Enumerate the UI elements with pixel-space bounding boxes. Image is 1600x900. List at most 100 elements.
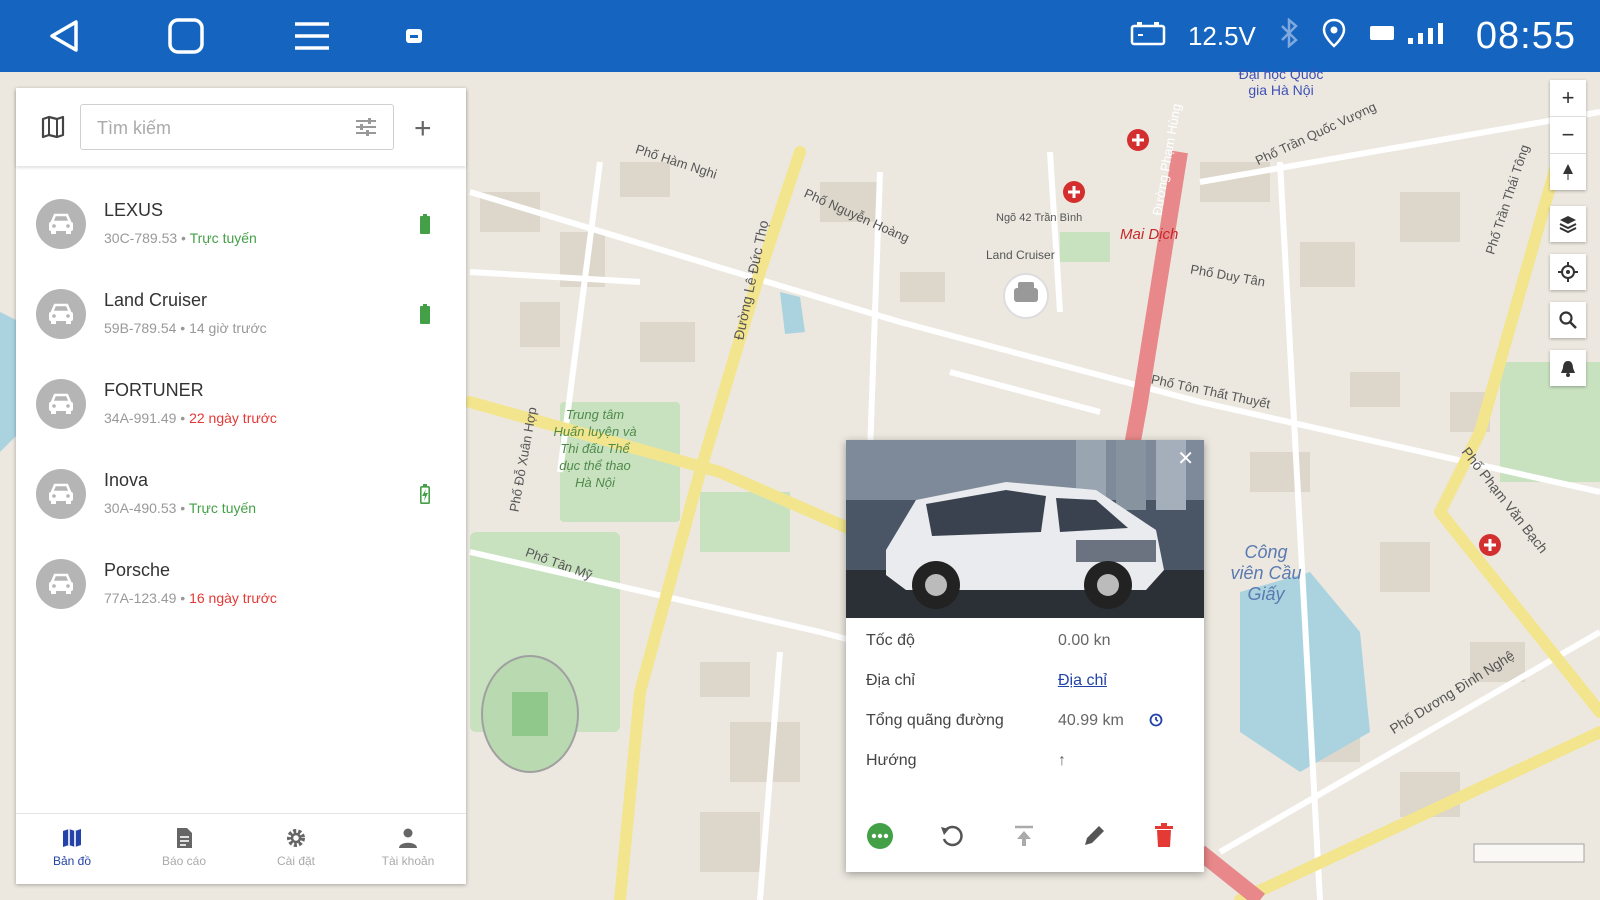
- nav-item-settings[interactable]: Cài đặt: [240, 814, 352, 884]
- vehicle-avatar: [36, 469, 86, 519]
- car-icon: [49, 213, 73, 234]
- vehicle-status: 22 ngày trước: [189, 410, 277, 426]
- info-row-speed: Tốc độ 0.00 kn: [866, 626, 1186, 656]
- vehicle-status: 16 ngày trước: [189, 590, 277, 606]
- hospital-marker-2[interactable]: [1063, 181, 1085, 203]
- info-row-heading: Hướng ↑: [866, 746, 1186, 776]
- alarm-bell-icon: [1561, 361, 1575, 377]
- vehicle-marker[interactable]: [1003, 273, 1049, 319]
- menu-icon[interactable]: [290, 14, 334, 58]
- zoom-controls: + −: [1550, 80, 1586, 190]
- separator-dot: •: [176, 500, 189, 516]
- battery-charging-icon: [420, 484, 430, 509]
- info-label: Hướng: [866, 752, 917, 769]
- send-command-button[interactable]: [1002, 814, 1046, 858]
- map-label: Trung tâm Huấn luyện và Thi đấu Thể dục …: [553, 407, 637, 490]
- car-icon: [49, 573, 73, 594]
- layers-icon: [1559, 216, 1577, 234]
- nav-item-report[interactable]: Báo cáo: [128, 814, 240, 884]
- battery-full-icon: [420, 214, 430, 239]
- zoom-out-button[interactable]: −: [1550, 117, 1586, 154]
- map-icon[interactable]: [40, 114, 66, 145]
- back-icon[interactable]: [42, 14, 86, 58]
- popup-actions: [846, 804, 1204, 864]
- vehicle-name: Inova: [104, 470, 149, 490]
- vehicle-list-item[interactable]: Porsche 77A-123.49 • 16 ngày trước: [16, 540, 466, 628]
- search-icon: [1559, 311, 1577, 329]
- vehicle-info-popup: ✕ Tốc độ 0.00 kn Địa chỉ Địa chỉ Tổng qu…: [846, 440, 1204, 872]
- separator-dot: •: [176, 410, 190, 426]
- more-icon: [867, 823, 893, 849]
- vehicle-subtitle: 30C-789.53 • Trực tuyến: [104, 230, 257, 246]
- separator-dot: •: [176, 320, 190, 336]
- map-icon: [63, 829, 81, 847]
- battery-voltage-icon: [1130, 20, 1166, 53]
- vehicle-avatar: [36, 289, 86, 339]
- vehicle-name: LEXUS: [104, 200, 164, 220]
- home-icon[interactable]: [164, 14, 208, 58]
- filter-icon[interactable]: [355, 117, 377, 142]
- vehicle-list-item[interactable]: LEXUS 30C-789.53 • Trực tuyến: [16, 180, 466, 268]
- vehicle-name: Porsche: [104, 560, 171, 580]
- nav-label: Cài đặt: [276, 854, 316, 868]
- search-bar: +: [16, 88, 466, 166]
- vehicle-photo: ✕: [846, 440, 1204, 618]
- info-value: 40.99 km: [1058, 712, 1124, 729]
- signal-icon: [1368, 20, 1454, 53]
- hospital-marker-1[interactable]: [1127, 129, 1149, 151]
- nav-label: Báo cáo: [161, 854, 207, 868]
- info-value: ↑: [1058, 752, 1066, 769]
- nav-label: Tài khoản: [381, 854, 435, 868]
- compass-icon[interactable]: [1550, 154, 1586, 190]
- more-button[interactable]: [858, 814, 902, 858]
- separator-dot: •: [177, 230, 190, 246]
- vehicle-list-item[interactable]: Inova 30A-490.53 • Trực tuyến: [16, 450, 466, 538]
- settings-icon: [287, 829, 305, 847]
- address-link[interactable]: Địa chỉ: [1058, 672, 1107, 690]
- vehicle-name: FORTUNER: [104, 380, 204, 400]
- map-search-button[interactable]: [1550, 302, 1586, 338]
- edit-button[interactable]: [1072, 814, 1116, 858]
- vehicle-list-panel: + LEXUS 30C-789.53 • Trực tuyến Land Cruis…: [16, 88, 466, 884]
- report-icon: [177, 828, 192, 848]
- vehicle-status: Trực tuyến: [188, 500, 257, 516]
- delete-button[interactable]: [1142, 814, 1186, 858]
- hospital-marker-3[interactable]: [1479, 534, 1501, 556]
- trash-icon: [1155, 823, 1173, 847]
- nav-item-account[interactable]: Tài khoản: [352, 814, 464, 884]
- car-icon: [49, 393, 73, 414]
- vehicle-avatar: [36, 199, 86, 249]
- info-value: 0.00 kn: [1058, 632, 1111, 649]
- zoom-in-button[interactable]: +: [1550, 80, 1586, 117]
- vehicle-plate: 34A-991.49: [104, 410, 177, 426]
- nav-item-map[interactable]: Bản đồ: [16, 814, 128, 884]
- vehicle-list-item[interactable]: FORTUNER 34A-991.49 • 22 ngày trước: [16, 360, 466, 448]
- add-vehicle-button[interactable]: +: [414, 112, 432, 146]
- app-icon[interactable]: [392, 14, 436, 58]
- my-location-button[interactable]: [1550, 254, 1586, 290]
- bottom-navigation: Bản đồ Báo cáo Cài đặt Tài khoản: [16, 813, 466, 884]
- replay-icon: [941, 825, 963, 847]
- info-label: Tốc độ: [866, 632, 915, 649]
- location-icon: [1322, 18, 1346, 55]
- bluetooth-icon: [1278, 16, 1300, 55]
- vehicle-subtitle: 59B-789.54 • 14 giờ trước: [104, 320, 267, 336]
- replay-button[interactable]: [930, 814, 974, 858]
- vehicle-avatar: [36, 559, 86, 609]
- vehicle-subtitle: 77A-123.49 • 16 ngày trước: [104, 590, 277, 606]
- vehicle-subtitle: 30A-490.53 • Trực tuyến: [104, 500, 256, 516]
- layers-button[interactable]: [1550, 206, 1586, 242]
- alarm-button[interactable]: [1550, 350, 1586, 386]
- search-box: [80, 104, 394, 151]
- nav-label: Bản đồ: [52, 854, 92, 868]
- vehicle-plate: 59B-789.54: [104, 320, 177, 336]
- vehicle-plate: 30C-789.53: [104, 230, 178, 246]
- map-label: Ngõ 42 Trần Bình: [996, 212, 1083, 224]
- vehicle-name: Land Cruiser: [104, 290, 208, 310]
- close-popup-button[interactable]: ✕: [1177, 446, 1194, 471]
- vehicle-list-item[interactable]: Land Cruiser 59B-789.54 • 14 giờ trước: [16, 270, 466, 358]
- search-input[interactable]: [95, 105, 349, 151]
- vehicle-plate: 30A-490.53: [104, 500, 177, 516]
- map-label: Land Cruiser: [986, 248, 1055, 262]
- reset-distance-icon[interactable]: [1148, 712, 1164, 733]
